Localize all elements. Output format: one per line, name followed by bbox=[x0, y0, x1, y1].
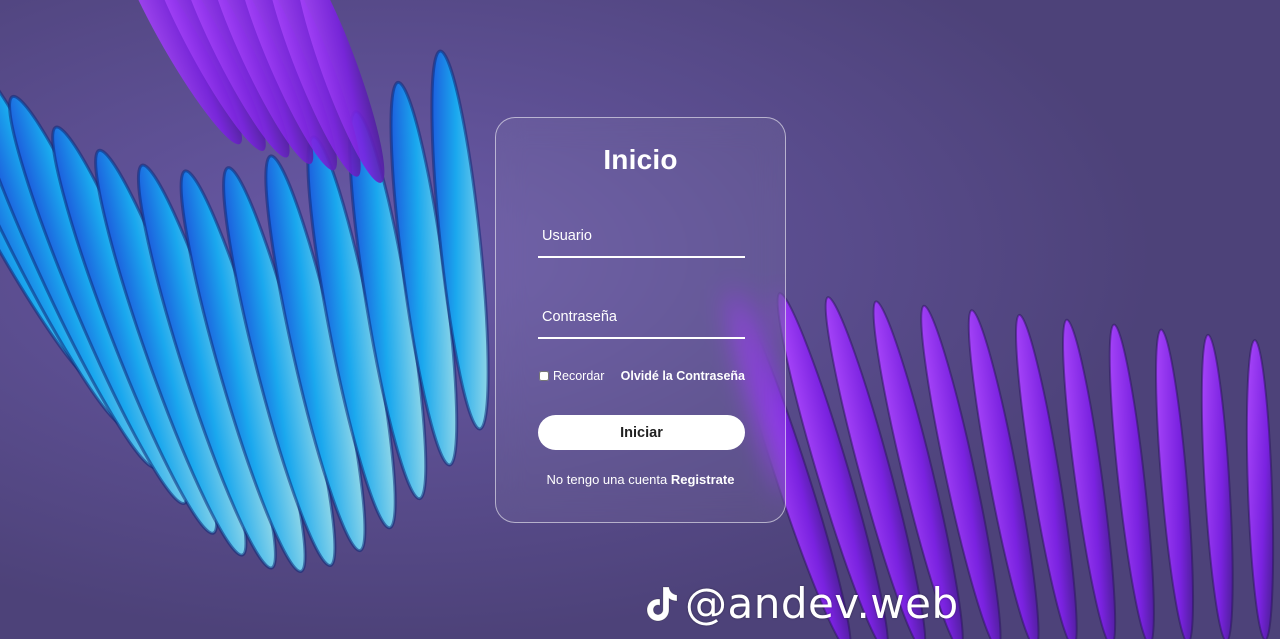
username-field bbox=[538, 216, 745, 258]
username-input[interactable] bbox=[538, 216, 745, 256]
register-link[interactable]: Registrate bbox=[671, 472, 735, 487]
login-title: Inicio bbox=[603, 144, 678, 175]
password-field bbox=[538, 297, 745, 339]
login-options: Recordar Olvidé la Contraseña bbox=[538, 369, 745, 385]
login-submit-button[interactable]: Iniciar bbox=[538, 415, 745, 450]
watermark: @andev.web bbox=[643, 578, 959, 630]
forgot-password-link[interactable]: Olvidé la Contraseña bbox=[621, 369, 745, 383]
remember-checkbox[interactable] bbox=[539, 371, 549, 381]
tiktok-icon bbox=[646, 586, 678, 622]
no-account-text: No tengo una cuenta bbox=[546, 472, 671, 487]
remember-me[interactable]: Recordar bbox=[538, 369, 604, 383]
password-input[interactable] bbox=[538, 297, 745, 337]
login-card: Inicio Recordar Olvidé la Contraseña Ini… bbox=[495, 117, 786, 523]
remember-label: Recordar bbox=[553, 369, 605, 383]
watermark-handle: @andev.web bbox=[685, 579, 959, 628]
register-prompt: No tengo una cuenta Registrate bbox=[496, 472, 785, 487]
